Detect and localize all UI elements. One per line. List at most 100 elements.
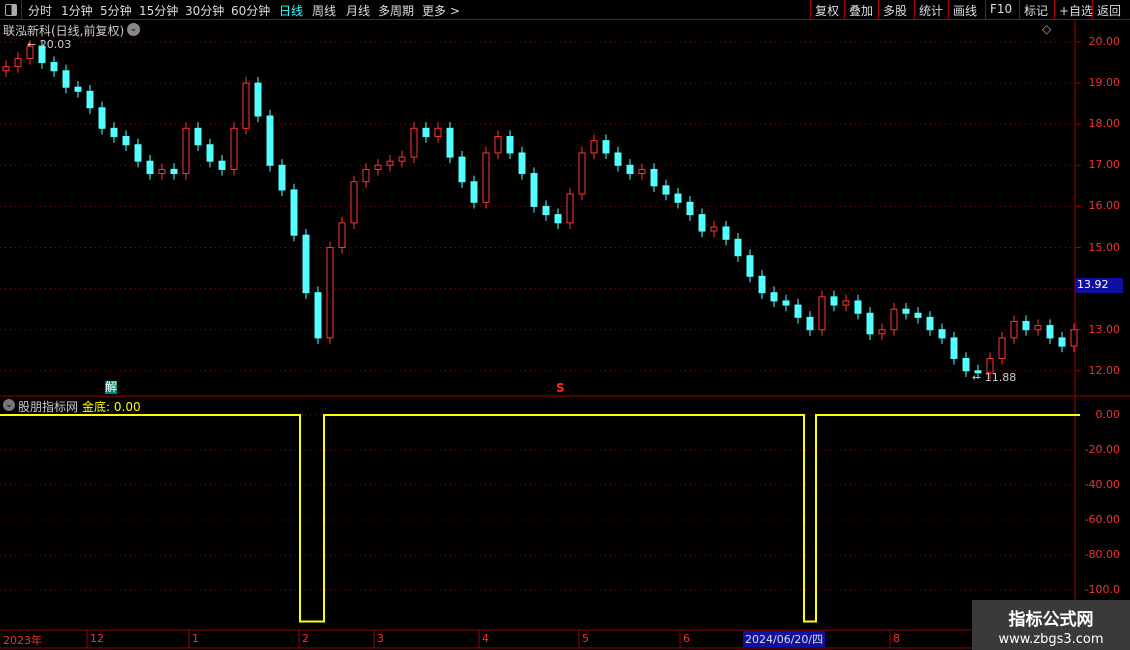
candle-body [902, 308, 910, 314]
time-label: 5 [582, 632, 589, 645]
candle-body [338, 222, 346, 248]
candle-body [1010, 320, 1018, 339]
chart-canvas [0, 20, 1130, 649]
candle-body [794, 304, 802, 318]
candle-body [374, 164, 382, 170]
candle-body [446, 127, 454, 158]
candle-body [542, 205, 550, 216]
candle-body [122, 136, 130, 146]
candle-body [674, 193, 682, 203]
candle-body [506, 136, 514, 154]
candle-body [422, 127, 430, 138]
time-label: 6 [683, 632, 690, 645]
cursor-date: 2024/06/20/四 [743, 631, 826, 647]
diamond-icon[interactable]: ◇ [1042, 22, 1051, 36]
series-value: 0.00 [113, 400, 141, 414]
candle-body [686, 201, 694, 216]
candle-body [266, 115, 274, 166]
indicator-tick: -40.00 [1084, 478, 1120, 491]
candle-body [650, 168, 658, 187]
candle-body [50, 62, 58, 72]
watermark-url: www.zbgs3.com [998, 632, 1104, 647]
candle-body [206, 144, 214, 162]
candle-body [818, 296, 826, 331]
candle-body [806, 316, 814, 331]
candle-body [746, 255, 754, 277]
candle-body [638, 168, 646, 175]
time-label: 3 [377, 632, 384, 645]
candle-body [770, 292, 778, 302]
time-label: 4 [482, 632, 489, 645]
time-label: 2023年 [3, 634, 42, 647]
chevron-down-icon[interactable]: ⌄ [127, 23, 140, 36]
candle-body [482, 152, 490, 203]
candle-body [1070, 329, 1078, 347]
sell-marker[interactable]: S [556, 381, 565, 395]
candle-body [494, 136, 502, 154]
candle-body [14, 57, 22, 68]
candle-body [926, 316, 934, 331]
candle-body [626, 164, 634, 175]
indicator-tick: -20.00 [1084, 443, 1120, 456]
candle-body [362, 168, 370, 183]
candle-body [74, 86, 82, 92]
candle-body [170, 168, 178, 175]
candle-body [290, 189, 298, 236]
candle-body [326, 247, 334, 339]
price-tick: 18.00 [1088, 117, 1121, 131]
indicator-name: 股朋指标网 [18, 400, 79, 414]
candle-body [854, 300, 862, 314]
candle-body [914, 312, 922, 318]
candle-body [158, 168, 166, 175]
candle-body [434, 127, 442, 138]
low-value: 11.88 [984, 371, 1017, 384]
candle-body [1022, 320, 1030, 331]
candle-body [98, 107, 106, 129]
candle-body [734, 238, 742, 257]
candle-body [866, 312, 874, 335]
high-value: 20.03 [39, 38, 72, 51]
candle-body [842, 300, 850, 306]
candle-body [86, 90, 94, 109]
price-tick: 16.00 [1088, 199, 1121, 213]
candle-body [230, 127, 238, 170]
candle-body [578, 152, 586, 195]
candle-body [302, 234, 310, 294]
candle-body [998, 337, 1006, 359]
high-label: ← 20.03 [27, 38, 72, 51]
time-label: 2 [302, 632, 309, 645]
low-label: ← 11.88 [972, 371, 1017, 384]
candle-body [554, 214, 562, 224]
indicator-tick: -100.0 [1084, 583, 1120, 596]
candle-body [398, 156, 406, 162]
candle-body [602, 140, 610, 154]
unlock-marker[interactable]: 解 [105, 381, 118, 394]
candle-body [62, 70, 70, 88]
candle-body [938, 329, 946, 339]
candle-body [2, 66, 10, 72]
candle-body [518, 152, 526, 175]
candle-body [614, 152, 622, 166]
candle-body [470, 181, 478, 203]
candle-body [242, 82, 250, 129]
time-label: 12 [90, 632, 104, 645]
candle-body [458, 156, 466, 183]
candle-body [950, 337, 958, 359]
candle-body [662, 185, 670, 195]
candle-body [530, 173, 538, 207]
stock-title: 联泓新科(日线,前复权) [3, 24, 125, 38]
price-tick: 12.00 [1088, 363, 1121, 377]
candle-body [146, 160, 154, 175]
price-tick: 19.00 [1088, 76, 1121, 90]
indicator-tick: 0.00 [1095, 408, 1121, 421]
price-tick: 13.00 [1088, 322, 1121, 336]
indicator-line [0, 414, 1080, 623]
candle-body [110, 127, 118, 138]
candle-body [254, 82, 262, 117]
candle-body [1046, 325, 1054, 339]
candle-body [194, 127, 202, 146]
indicator-series-label: 金底: 0.00 [82, 398, 141, 415]
candle-body [698, 214, 706, 232]
chevron-down-icon[interactable]: ⌄ [3, 399, 15, 411]
candle-body [710, 226, 718, 232]
